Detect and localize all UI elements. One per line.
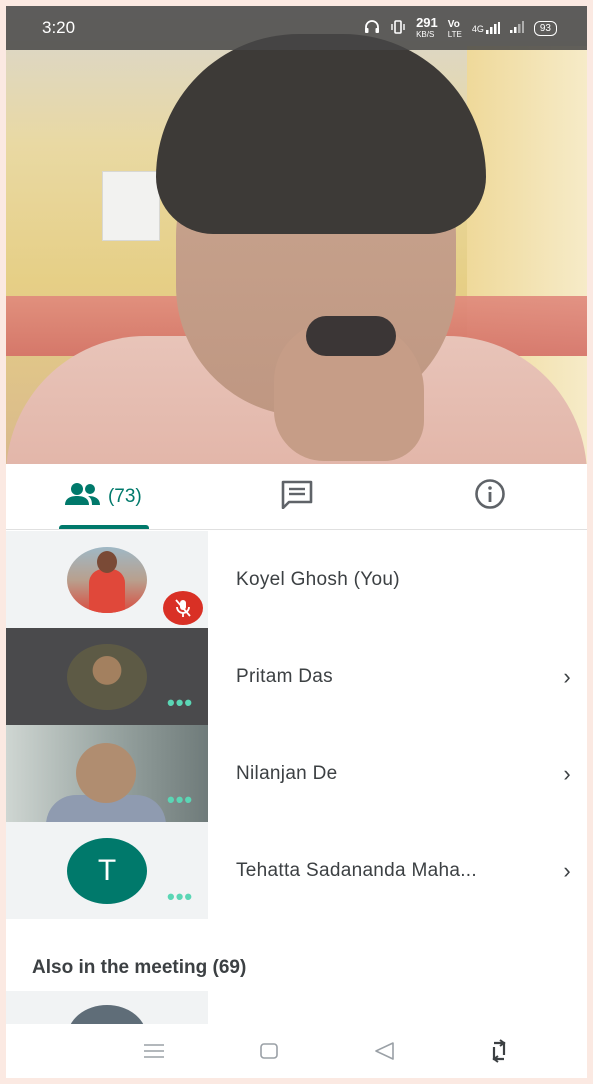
more-dots-icon: ••• (167, 787, 194, 812)
participant-tile (6, 531, 208, 628)
signal-icon (509, 20, 524, 36)
chevron-right-icon[interactable]: › (547, 858, 587, 884)
also-in-meeting-heading: Also in the meeting (69) (32, 957, 247, 978)
participant-name: Tehatta Sadananda Maha... (236, 859, 477, 881)
volte-indicator: Vo LTE (447, 18, 462, 39)
participant-row[interactable]: ••• Pritam Das › (6, 628, 587, 725)
avatar (67, 546, 147, 613)
vibrate-icon (390, 19, 406, 37)
back-icon[interactable] (364, 1041, 404, 1061)
net-speed: 291 KB/S (416, 14, 438, 39)
participant-list: Koyel Ghosh (You) ••• Pritam Das › ••• N… (6, 531, 587, 919)
participant-tile: ••• (6, 628, 208, 725)
rotate-screen-icon[interactable] (479, 1039, 519, 1063)
participant-row[interactable]: ••• Nilanjan De › (6, 725, 587, 822)
participant-name: Koyel Ghosh (You) (236, 568, 400, 590)
more-dots-icon: ••• (167, 690, 194, 715)
tab-info[interactable] (393, 464, 587, 529)
air-conditioner (102, 171, 160, 241)
phone-screen: 3:20 291 KB/S Vo LTE 4G 93 (73) Koyel Gh… (6, 6, 587, 1078)
people-icon (64, 482, 102, 512)
chevron-right-icon[interactable]: › (547, 664, 587, 690)
status-time: 3:20 (42, 18, 76, 37)
avatar-initial: T (67, 837, 147, 904)
signal-4g-icon: 4G (472, 22, 500, 34)
battery-icon: 93 (533, 20, 557, 36)
tab-chat[interactable] (200, 464, 394, 529)
participant-name: Pritam Das (236, 665, 333, 687)
chat-icon (280, 479, 314, 514)
main-video[interactable] (6, 6, 587, 464)
avatar (67, 643, 147, 710)
participant-row[interactable]: T ••• Tehatta Sadananda Maha... › (6, 822, 587, 919)
mic-off-icon (163, 591, 203, 625)
info-icon (474, 478, 506, 515)
participant-video-tile: ••• (6, 725, 208, 822)
tab-people[interactable]: (73) (6, 464, 200, 529)
people-count: (73) (107, 485, 142, 507)
participant-name: Nilanjan De (236, 762, 338, 784)
status-bar: 3:20 291 KB/S Vo LTE 4G 93 (6, 6, 587, 50)
system-nav-bar (6, 1024, 587, 1078)
home-icon[interactable] (249, 1042, 289, 1060)
headphones-icon (364, 19, 380, 37)
participant-tile: T ••• (6, 822, 208, 919)
participant-row[interactable]: Koyel Ghosh (You) (6, 531, 587, 628)
chevron-right-icon[interactable]: › (547, 761, 587, 787)
more-dots-icon: ••• (167, 884, 194, 909)
meeting-tabs: (73) (6, 464, 587, 530)
menu-icon[interactable] (134, 1043, 174, 1059)
